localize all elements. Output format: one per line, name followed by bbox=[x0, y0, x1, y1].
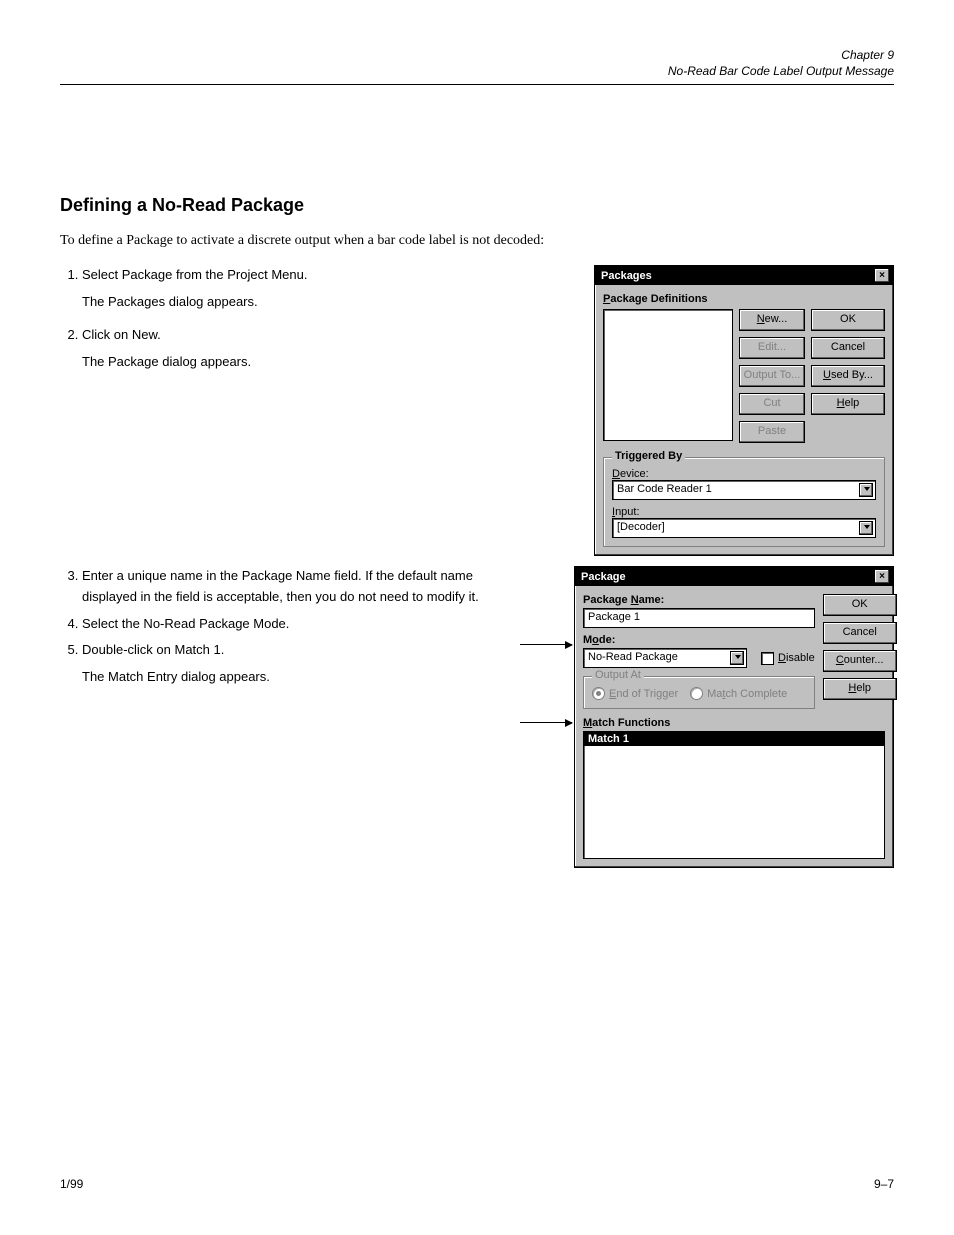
output-at-group: Output At End of Trigger Match Complete bbox=[583, 676, 815, 709]
radio-icon bbox=[690, 687, 703, 700]
edit-button: Edit... bbox=[739, 337, 805, 359]
cancel-button[interactable]: Cancel bbox=[823, 622, 897, 644]
triggered-by-group: Triggered By Device: Bar Code Reader 1 I… bbox=[603, 457, 885, 547]
section-title: Defining a No-Read Package bbox=[60, 195, 894, 216]
counter-button[interactable]: Counter... bbox=[823, 650, 897, 672]
input-label: Input: bbox=[612, 506, 876, 518]
packages-title: Packages bbox=[601, 270, 652, 282]
chevron-down-icon bbox=[735, 655, 741, 659]
output-to-button: Output To... bbox=[739, 365, 805, 387]
checkbox-box-icon bbox=[761, 652, 774, 665]
paste-button: Paste bbox=[739, 421, 805, 443]
step: Select Package from the Project Menu. bbox=[82, 265, 382, 286]
triggered-by-label: Triggered By bbox=[612, 450, 685, 462]
ok-button[interactable]: OK bbox=[811, 309, 885, 331]
page-footer: 1/99 9–7 bbox=[60, 1177, 894, 1191]
package-definitions-label: PPackage Definitionsackage Definitions bbox=[603, 293, 885, 305]
end-of-trigger-radio: End of Trigger bbox=[592, 687, 678, 700]
step-note: The Packages dialog appears. bbox=[82, 292, 622, 312]
new-button[interactable]: New... bbox=[739, 309, 805, 331]
close-icon[interactable]: × bbox=[874, 268, 890, 283]
mode-label: Mode: bbox=[583, 634, 815, 646]
footer-page: 9–7 bbox=[874, 1177, 894, 1191]
package-name-value: Package 1 bbox=[588, 611, 640, 623]
arrow-icon bbox=[520, 644, 572, 645]
package-name-input[interactable]: Package 1 bbox=[583, 608, 815, 628]
cancel-button[interactable]: Cancel bbox=[811, 337, 885, 359]
chevron-down-icon bbox=[864, 525, 870, 529]
output-at-label: Output At bbox=[592, 669, 644, 681]
package-title: Package bbox=[581, 571, 626, 583]
help-button[interactable]: Help bbox=[811, 393, 885, 415]
step: Double-click on Match 1. bbox=[82, 640, 502, 661]
intro-paragraph: To define a Package to activate a discre… bbox=[60, 230, 600, 251]
chapter-title: No-Read Bar Code Label Output Message bbox=[668, 64, 894, 80]
match-functions-listbox[interactable]: Match 1 bbox=[583, 731, 885, 859]
footer-date: 1/99 bbox=[60, 1177, 83, 1191]
step-note: The Package dialog appears. bbox=[82, 352, 622, 372]
package-dialog: Package × Package Name: Package 1 Mode: … bbox=[574, 566, 894, 868]
close-icon[interactable]: × bbox=[874, 569, 890, 584]
device-dropdown[interactable]: Bar Code Reader 1 bbox=[612, 480, 876, 500]
package-definitions-listbox[interactable] bbox=[603, 309, 733, 441]
input-dropdown[interactable]: [Decoder] bbox=[612, 518, 876, 538]
steps-list-3: Enter a unique name in the Package Name … bbox=[60, 566, 502, 661]
package-titlebar: Package × bbox=[575, 567, 893, 586]
chapter-header: Chapter 9 No-Read Bar Code Label Output … bbox=[668, 48, 894, 79]
match-complete-radio: Match Complete bbox=[690, 687, 787, 700]
device-value: Bar Code Reader 1 bbox=[617, 483, 712, 495]
input-value: [Decoder] bbox=[617, 521, 665, 533]
mode-value: No-Read Package bbox=[588, 651, 678, 663]
help-button[interactable]: Help bbox=[823, 678, 897, 700]
arrow-icon bbox=[520, 722, 572, 723]
device-label: Device: bbox=[612, 468, 876, 480]
step-note: The Match Entry dialog appears. bbox=[82, 667, 622, 687]
chapter-number: Chapter 9 bbox=[668, 48, 894, 64]
mode-dropdown[interactable]: No-Read Package bbox=[583, 648, 747, 668]
step: Click on New. bbox=[82, 325, 382, 346]
match-functions-label: Match Functions bbox=[583, 717, 885, 729]
steps-list-2: Click on New. bbox=[60, 325, 382, 346]
packages-dialog: Packages × PPackage Definitionsackage De… bbox=[594, 265, 894, 556]
chevron-down-icon bbox=[864, 487, 870, 491]
step: Select the No-Read Package Mode. bbox=[82, 614, 502, 635]
cut-button: Cut bbox=[739, 393, 805, 415]
step: Enter a unique name in the Package Name … bbox=[82, 566, 502, 608]
package-name-label: Package Name: bbox=[583, 594, 815, 606]
used-by-button[interactable]: Used By... bbox=[811, 365, 885, 387]
ok-button[interactable]: OK bbox=[823, 594, 897, 616]
match-list-item[interactable]: Match 1 bbox=[584, 732, 884, 746]
header-rule bbox=[60, 84, 894, 85]
packages-titlebar: Packages × bbox=[595, 266, 893, 285]
steps-list-1: Select Package from the Project Menu. bbox=[60, 265, 382, 286]
radio-icon bbox=[592, 687, 605, 700]
disable-checkbox[interactable]: Disable bbox=[761, 652, 815, 665]
